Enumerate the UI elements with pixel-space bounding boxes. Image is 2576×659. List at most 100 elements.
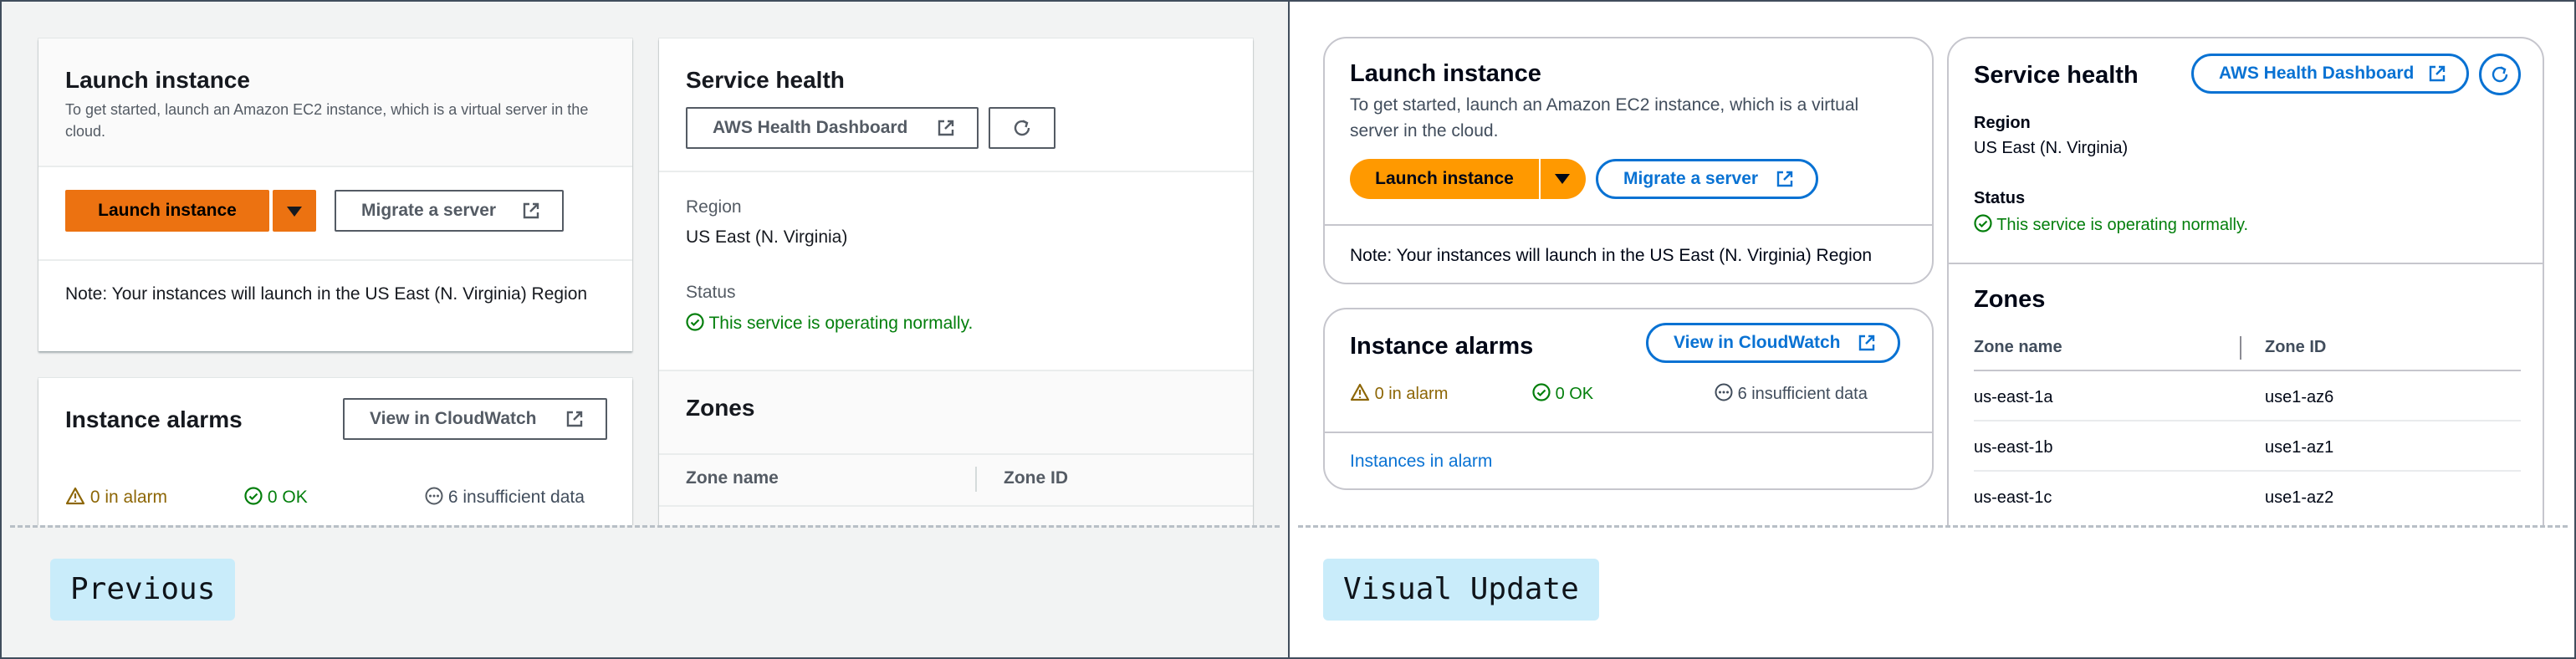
- zone-name-header[interactable]: Zone name: [686, 468, 779, 488]
- alarms-title: Instance alarms: [65, 406, 243, 432]
- dashboard-label: AWS Health Dashboard: [2219, 64, 2415, 83]
- view-in-cloudwatch-button[interactable]: View in CloudWatch: [1646, 323, 1900, 363]
- instance-alarms-card: Instance alarms View in CloudWatch 0 in …: [38, 378, 632, 525]
- caption-previous: Previous: [50, 559, 236, 621]
- zone-id-header[interactable]: Zone ID: [1004, 468, 1068, 488]
- insufficient-text: 6 insufficient data: [447, 488, 585, 507]
- refresh-button[interactable]: [2479, 54, 2521, 95]
- status-label: Status: [1974, 189, 2026, 207]
- check-circle-icon: [1974, 214, 1992, 232]
- instance-alarms-card: Instance alarms View in CloudWatch 0 in …: [1323, 308, 1934, 490]
- divider: [1325, 432, 1932, 433]
- comparison-stage: Launch instance To get started, launch a…: [0, 0, 2576, 659]
- ellipsis-circle-icon: [425, 487, 443, 505]
- launch-instance-button[interactable]: Launch instance: [65, 190, 269, 232]
- zone-id-header[interactable]: Zone ID: [2265, 338, 2326, 357]
- insufficient-data-status[interactable]: 6 insufficient data: [425, 487, 585, 508]
- zone-row-id: use1-az2: [2265, 488, 2334, 507]
- zones-title: Zones: [1974, 286, 2046, 313]
- alarms-title: Instance alarms: [1350, 333, 1534, 360]
- divider: [1949, 263, 2543, 264]
- zones-section: [659, 370, 1253, 525]
- launch-dropdown-button[interactable]: [273, 190, 316, 232]
- view-in-cloudwatch-button[interactable]: View in CloudWatch: [343, 398, 607, 440]
- divider: [1325, 224, 1932, 226]
- visual-update-panel: Launch instance To get started, launch a…: [1290, 2, 2574, 657]
- in-alarm-status[interactable]: 0 in alarm: [1350, 383, 1448, 404]
- ok-status[interactable]: 0 OK: [244, 487, 308, 508]
- caption-visual-update: Visual Update: [1323, 559, 1599, 621]
- ok-status[interactable]: 0 OK: [1532, 383, 1593, 404]
- status-value: This service is operating normally.: [708, 314, 974, 333]
- zone-name-header[interactable]: Zone name: [1974, 338, 2062, 357]
- check-circle-icon: [1532, 383, 1551, 401]
- service-health-title: Service health: [686, 67, 845, 93]
- service-health-title: Service health: [1974, 62, 2139, 89]
- ok-text: 0 OK: [1555, 385, 1594, 403]
- launch-title: Launch instance: [65, 67, 250, 93]
- insufficient-data-status[interactable]: 6 insufficient data: [1715, 383, 1868, 404]
- launch-instance-card: Launch instance To get started, launch a…: [38, 38, 632, 351]
- launch-note: Note: Your instances will launch in the …: [1350, 246, 1873, 265]
- region-value: US East (N. Virginia): [686, 227, 848, 247]
- divider: [659, 505, 1253, 507]
- migrate-label: Migrate a server: [361, 201, 497, 220]
- insufficient-text: 6 insufficient data: [1737, 385, 1868, 403]
- refresh-button[interactable]: [989, 107, 1055, 149]
- check-circle-icon: [686, 313, 704, 331]
- launch-description: To get started, launch an Amazon EC2 ins…: [65, 101, 589, 140]
- migrate-label: Migrate a server: [1623, 169, 1759, 188]
- external-link-icon: [566, 411, 583, 427]
- caret-down-icon: [287, 207, 302, 217]
- in-alarm-text: 0 in alarm: [89, 488, 168, 507]
- caret-down-icon: [1555, 174, 1570, 184]
- zone-row-name: us-east-1a: [1974, 388, 2053, 406]
- external-link-icon: [523, 202, 539, 219]
- service-status: This service is operating normally.: [1974, 214, 2248, 235]
- divider: [38, 259, 632, 261]
- status-label: Status: [686, 283, 736, 302]
- in-alarm-status[interactable]: 0 in alarm: [65, 487, 167, 508]
- aws-health-dashboard-button[interactable]: AWS Health Dashboard: [2191, 54, 2469, 94]
- cloudwatch-label: View in CloudWatch: [370, 409, 537, 428]
- service-status: This service is operating normally.: [686, 313, 973, 334]
- migrate-server-button[interactable]: Migrate a server: [1596, 159, 1818, 199]
- launch-note: Note: Your instances will launch in the …: [65, 284, 588, 304]
- zone-row-name: us-east-1b: [1974, 438, 2053, 457]
- dashboard-label: AWS Health Dashboard: [713, 118, 908, 137]
- ok-text: 0 OK: [267, 488, 308, 507]
- divider: [1974, 370, 2521, 371]
- external-link-icon: [1776, 171, 1793, 187]
- launch-instance-button[interactable]: Launch instance: [1350, 159, 1539, 199]
- refresh-icon: [2492, 66, 2508, 83]
- external-link-icon: [1858, 335, 1875, 351]
- launch-description: To get started, launch an Amazon EC2 ins…: [1350, 95, 1859, 140]
- warning-icon: [65, 487, 85, 505]
- region-value: US East (N. Virginia): [1974, 139, 2129, 157]
- launch-dropdown-button[interactable]: [1539, 159, 1586, 199]
- warning-icon: [1350, 383, 1370, 401]
- fold-line: [1298, 525, 2568, 528]
- ellipsis-circle-icon: [1715, 383, 1733, 401]
- instances-in-alarm-link[interactable]: Instances in alarm: [1350, 452, 1492, 472]
- migrate-server-button[interactable]: Migrate a server: [335, 190, 564, 232]
- zones-title: Zones: [686, 395, 755, 421]
- external-link-icon: [2429, 65, 2446, 82]
- region-label: Region: [686, 197, 742, 217]
- in-alarm-text: 0 in alarm: [1374, 385, 1449, 403]
- column-divider: [2240, 336, 2241, 360]
- divider: [1974, 420, 2521, 421]
- aws-health-dashboard-button[interactable]: AWS Health Dashboard: [686, 107, 979, 149]
- status-value: This service is operating normally.: [1996, 216, 2249, 234]
- divider: [1974, 470, 2521, 472]
- region-label: Region: [1974, 114, 2031, 132]
- external-link-icon: [938, 120, 954, 136]
- zone-row-id: use1-az6: [2265, 388, 2334, 406]
- refresh-icon: [1014, 120, 1030, 136]
- check-circle-icon: [244, 487, 263, 505]
- visual-update-viewport: Launch instance To get started, launch a…: [1290, 2, 2574, 525]
- divider: [659, 453, 1253, 455]
- column-divider: [975, 467, 977, 492]
- zone-row-id: use1-az1: [2265, 438, 2334, 457]
- launch-instance-card: Launch instance To get started, launch a…: [1323, 37, 1934, 284]
